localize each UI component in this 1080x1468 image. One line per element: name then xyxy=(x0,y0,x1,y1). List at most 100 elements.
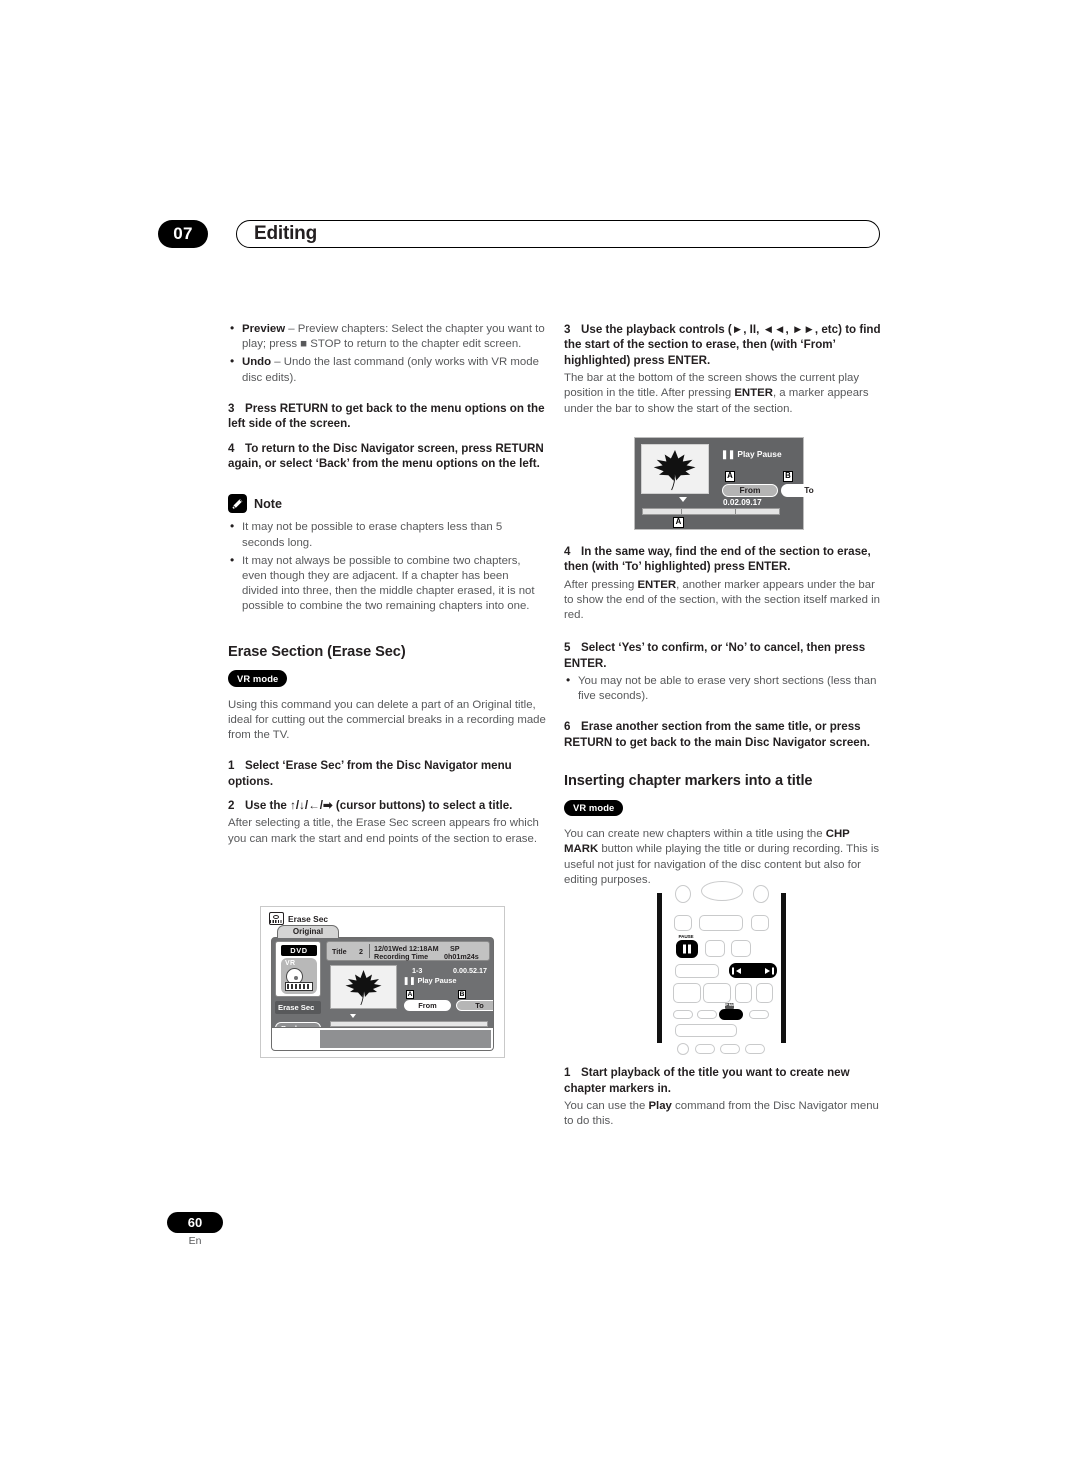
step-number: 6 xyxy=(564,720,571,734)
progress-tick xyxy=(735,509,736,514)
figure-crop-mask xyxy=(169,44,203,61)
osd-from-button[interactable]: From xyxy=(404,1000,451,1011)
pause-icon xyxy=(683,944,691,954)
osd-frame: DVD VR Erase Sec Back Title 2 12/01Wed 1… xyxy=(271,937,494,1051)
remote-key[interactable] xyxy=(675,964,719,978)
osd-play-state-text: Play Pause xyxy=(417,976,457,985)
remote-key[interactable] xyxy=(673,983,701,1003)
step-4-right: 4 In the same way, find the end of the se… xyxy=(564,544,882,575)
pencil-icon xyxy=(228,494,247,514)
osd-window-title: Erase Sec xyxy=(269,912,328,925)
osd-from-button[interactable]: From xyxy=(722,484,778,497)
step-1-body-bold: Play xyxy=(648,1099,672,1112)
remote-key[interactable] xyxy=(745,1044,765,1054)
step-4-body: After pressing ENTER, another marker app… xyxy=(564,578,882,624)
page-language: En xyxy=(188,1235,202,1247)
step-4-left: 4 To return to the Disc Navigator screen,… xyxy=(228,441,546,472)
step-number: 2 xyxy=(228,799,235,813)
osd-tab-slant xyxy=(337,935,367,939)
remote-key[interactable] xyxy=(699,915,743,931)
step-1-body: You can use the Play command from the Di… xyxy=(564,1099,882,1129)
step-number: 1 xyxy=(228,759,235,773)
remote-key[interactable] xyxy=(731,940,751,957)
remote-key[interactable] xyxy=(703,983,731,1003)
scan-reverse-triangle-icon xyxy=(736,967,741,974)
step-6-right: 6 Erase another section from the same tit… xyxy=(564,719,882,750)
pause-button[interactable] xyxy=(676,940,698,958)
osd-bar-marker-a-badge: A xyxy=(673,517,684,528)
bullet-text-undo: – Undo the last command (only works with… xyxy=(242,356,539,384)
scan-reverse-icon xyxy=(732,967,734,974)
maple-leaf-image xyxy=(653,450,696,491)
chapter-number-badge: 07 xyxy=(158,220,208,248)
osd-vr-disc-art: VR xyxy=(281,958,317,994)
remote-key[interactable] xyxy=(697,1010,717,1019)
erase-section-intro: Using this command you can delete a part… xyxy=(228,698,546,742)
step-1-body-part1: You can use the xyxy=(564,1099,649,1112)
remote-key[interactable] xyxy=(705,940,725,957)
scan-forward-icon xyxy=(772,967,774,974)
scan-reverse-forward-button[interactable] xyxy=(729,963,777,978)
remote-control-figure: PAUSE CHP MARK xyxy=(655,881,788,1055)
osd-window-title-text: Erase Sec xyxy=(288,913,329,924)
remote-key[interactable] xyxy=(756,983,773,1003)
section-heading-erase-section: Erase Section (Erase Sec) xyxy=(228,643,406,660)
page-footer: 60 En xyxy=(155,1212,235,1247)
step-text: Select ‘Yes’ to confirm, or ‘No’ to canc… xyxy=(564,641,866,670)
osd-marker-b-badge: B xyxy=(458,990,466,999)
remote-key[interactable] xyxy=(674,915,692,931)
remote-key[interactable] xyxy=(701,881,743,901)
step-3-body: The bar at the bottom of the screen show… xyxy=(564,371,882,417)
maple-leaf-image xyxy=(345,970,382,1006)
preview-undo-bullets: Preview – Preview chapters: Select the c… xyxy=(228,321,546,386)
osd-title-label: Title xyxy=(332,947,347,956)
remote-key[interactable] xyxy=(735,983,752,1003)
inserting-chapter-intro: You can create new chapters within a tit… xyxy=(564,827,882,888)
remote-key[interactable] xyxy=(753,885,769,903)
step-2-body: After selecting a title, the Erase Sec s… xyxy=(228,817,539,845)
remote-key[interactable] xyxy=(675,885,691,903)
osd-timecode: 0.02.09.17 xyxy=(723,498,762,507)
remote-left-edge xyxy=(657,893,662,1043)
osd-duration: 0h01m24s xyxy=(444,952,479,961)
bullet-term-undo: Undo xyxy=(242,356,272,369)
osd-marker-a-badge: A xyxy=(406,990,414,999)
step-4-body-part1: After pressing xyxy=(564,578,638,591)
remote-key[interactable] xyxy=(695,1044,715,1054)
step-5-right: 5 Select ‘Yes’ to confirm, or ‘No’ to can… xyxy=(564,640,882,671)
remote-key[interactable] xyxy=(675,1024,737,1037)
osd-dvd-badge: DVD xyxy=(281,945,317,956)
osd-title-info-bar: Title 2 12/01Wed 12:18AM Recording Time … xyxy=(326,941,490,961)
step-number: 1 xyxy=(564,1066,571,1080)
bullet-term-preview: Preview xyxy=(242,323,286,335)
osd-progress-bar[interactable] xyxy=(642,508,780,515)
osd-tab-original[interactable]: Original xyxy=(277,925,339,938)
remote-key[interactable] xyxy=(751,915,769,931)
list-item: You may not be able to erase very short … xyxy=(564,673,882,704)
remote-key[interactable] xyxy=(673,1010,693,1019)
step-text: Use the playback controls (►, II, ◄◄, ►►… xyxy=(564,323,881,367)
step-4-body-bold: ENTER xyxy=(637,578,677,591)
manual-page: 07 Editing Preview – Preview chapters: S… xyxy=(0,0,1080,1468)
note-header: Note xyxy=(228,494,546,514)
step-number: 3 xyxy=(564,323,571,336)
step-3-body-bold: ENTER xyxy=(734,387,773,400)
osd-play-state: ❚❚ Play Pause xyxy=(403,976,457,985)
progress-tick xyxy=(681,509,682,514)
remote-key[interactable] xyxy=(749,1010,769,1019)
osd-to-button[interactable]: To xyxy=(456,1000,493,1011)
remote-key[interactable] xyxy=(720,1044,740,1054)
osd-to-button[interactable]: To xyxy=(781,484,837,497)
list-item: It may not always be possible to combine… xyxy=(228,553,546,615)
scan-forward-triangle-icon xyxy=(765,967,770,974)
bullet-text-preview: – Preview chapters: Select the chapter y… xyxy=(242,323,545,351)
step-3-right: 3 Use the playback controls (►, II, ◄◄, ►… xyxy=(564,322,882,368)
list-item: It may not be possible to erase chapters… xyxy=(228,519,546,550)
disc-film-icon xyxy=(269,912,284,925)
step-text: In the same way, find the end of the sec… xyxy=(564,544,871,574)
step-5-bullets: You may not be able to erase very short … xyxy=(564,673,882,704)
osd-recording-time-label: Recording Time xyxy=(374,952,429,961)
osd-menu-item-erase-sec[interactable]: Erase Sec xyxy=(275,1001,321,1014)
chp-mark-button[interactable] xyxy=(719,1009,743,1020)
remote-key[interactable] xyxy=(677,1043,689,1055)
